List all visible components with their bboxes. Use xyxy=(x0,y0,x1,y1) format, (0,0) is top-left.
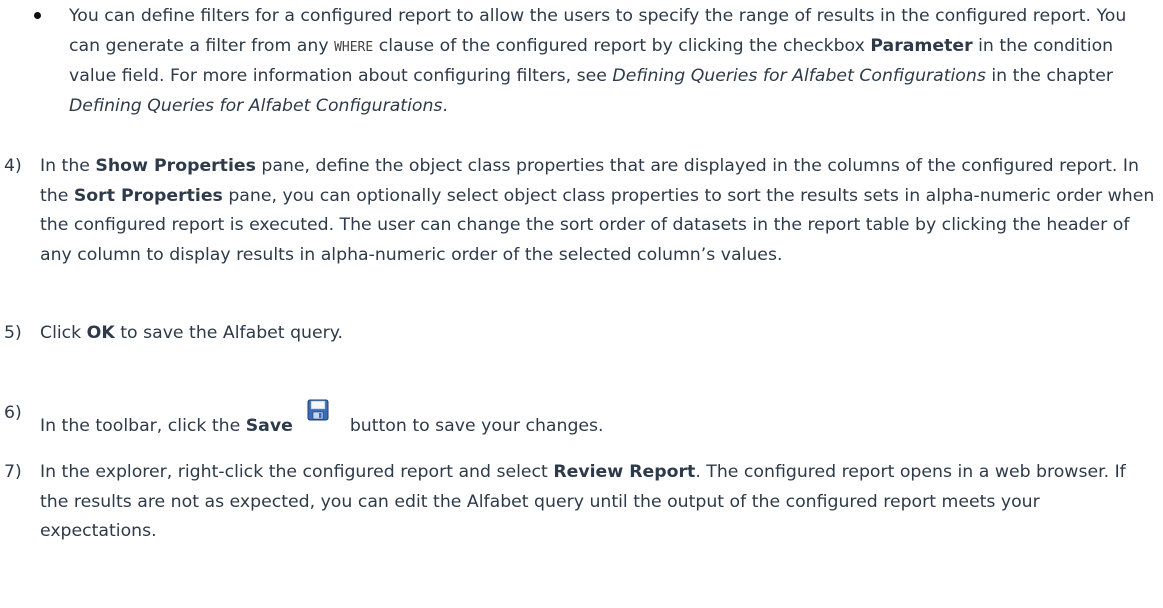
bullet-dot xyxy=(34,12,41,19)
step-text: In the explorer, right-click the configu… xyxy=(40,462,1126,541)
term-show-properties: Show Properties xyxy=(95,156,256,176)
step-text: In the Show Properties pane, define the … xyxy=(40,156,1155,265)
term-ok: OK xyxy=(86,323,115,343)
term-save: Save xyxy=(245,416,293,436)
step-number: 4) xyxy=(4,156,22,176)
term-parameter: Parameter xyxy=(870,35,973,56)
step-text: Click OK to save the Alfabet query. xyxy=(40,323,343,343)
step-number: 6) xyxy=(4,403,22,423)
step-number: 5) xyxy=(4,323,22,343)
save-icon xyxy=(307,399,329,421)
term-review-report: Review Report xyxy=(553,462,696,482)
bullet-text: You can define filters for a configured … xyxy=(69,6,1127,116)
link-defining-queries: Defining Queries for Alfabet Configurati… xyxy=(612,66,986,86)
code-where: WHERE xyxy=(334,39,374,55)
step-text: In the toolbar, click the Save button to… xyxy=(40,399,1158,442)
term-sort-properties: Sort Properties xyxy=(73,185,223,206)
chapter-defining-queries: Defining Queries for Alfabet Configurati… xyxy=(69,95,443,116)
step-number: 7) xyxy=(4,462,22,482)
